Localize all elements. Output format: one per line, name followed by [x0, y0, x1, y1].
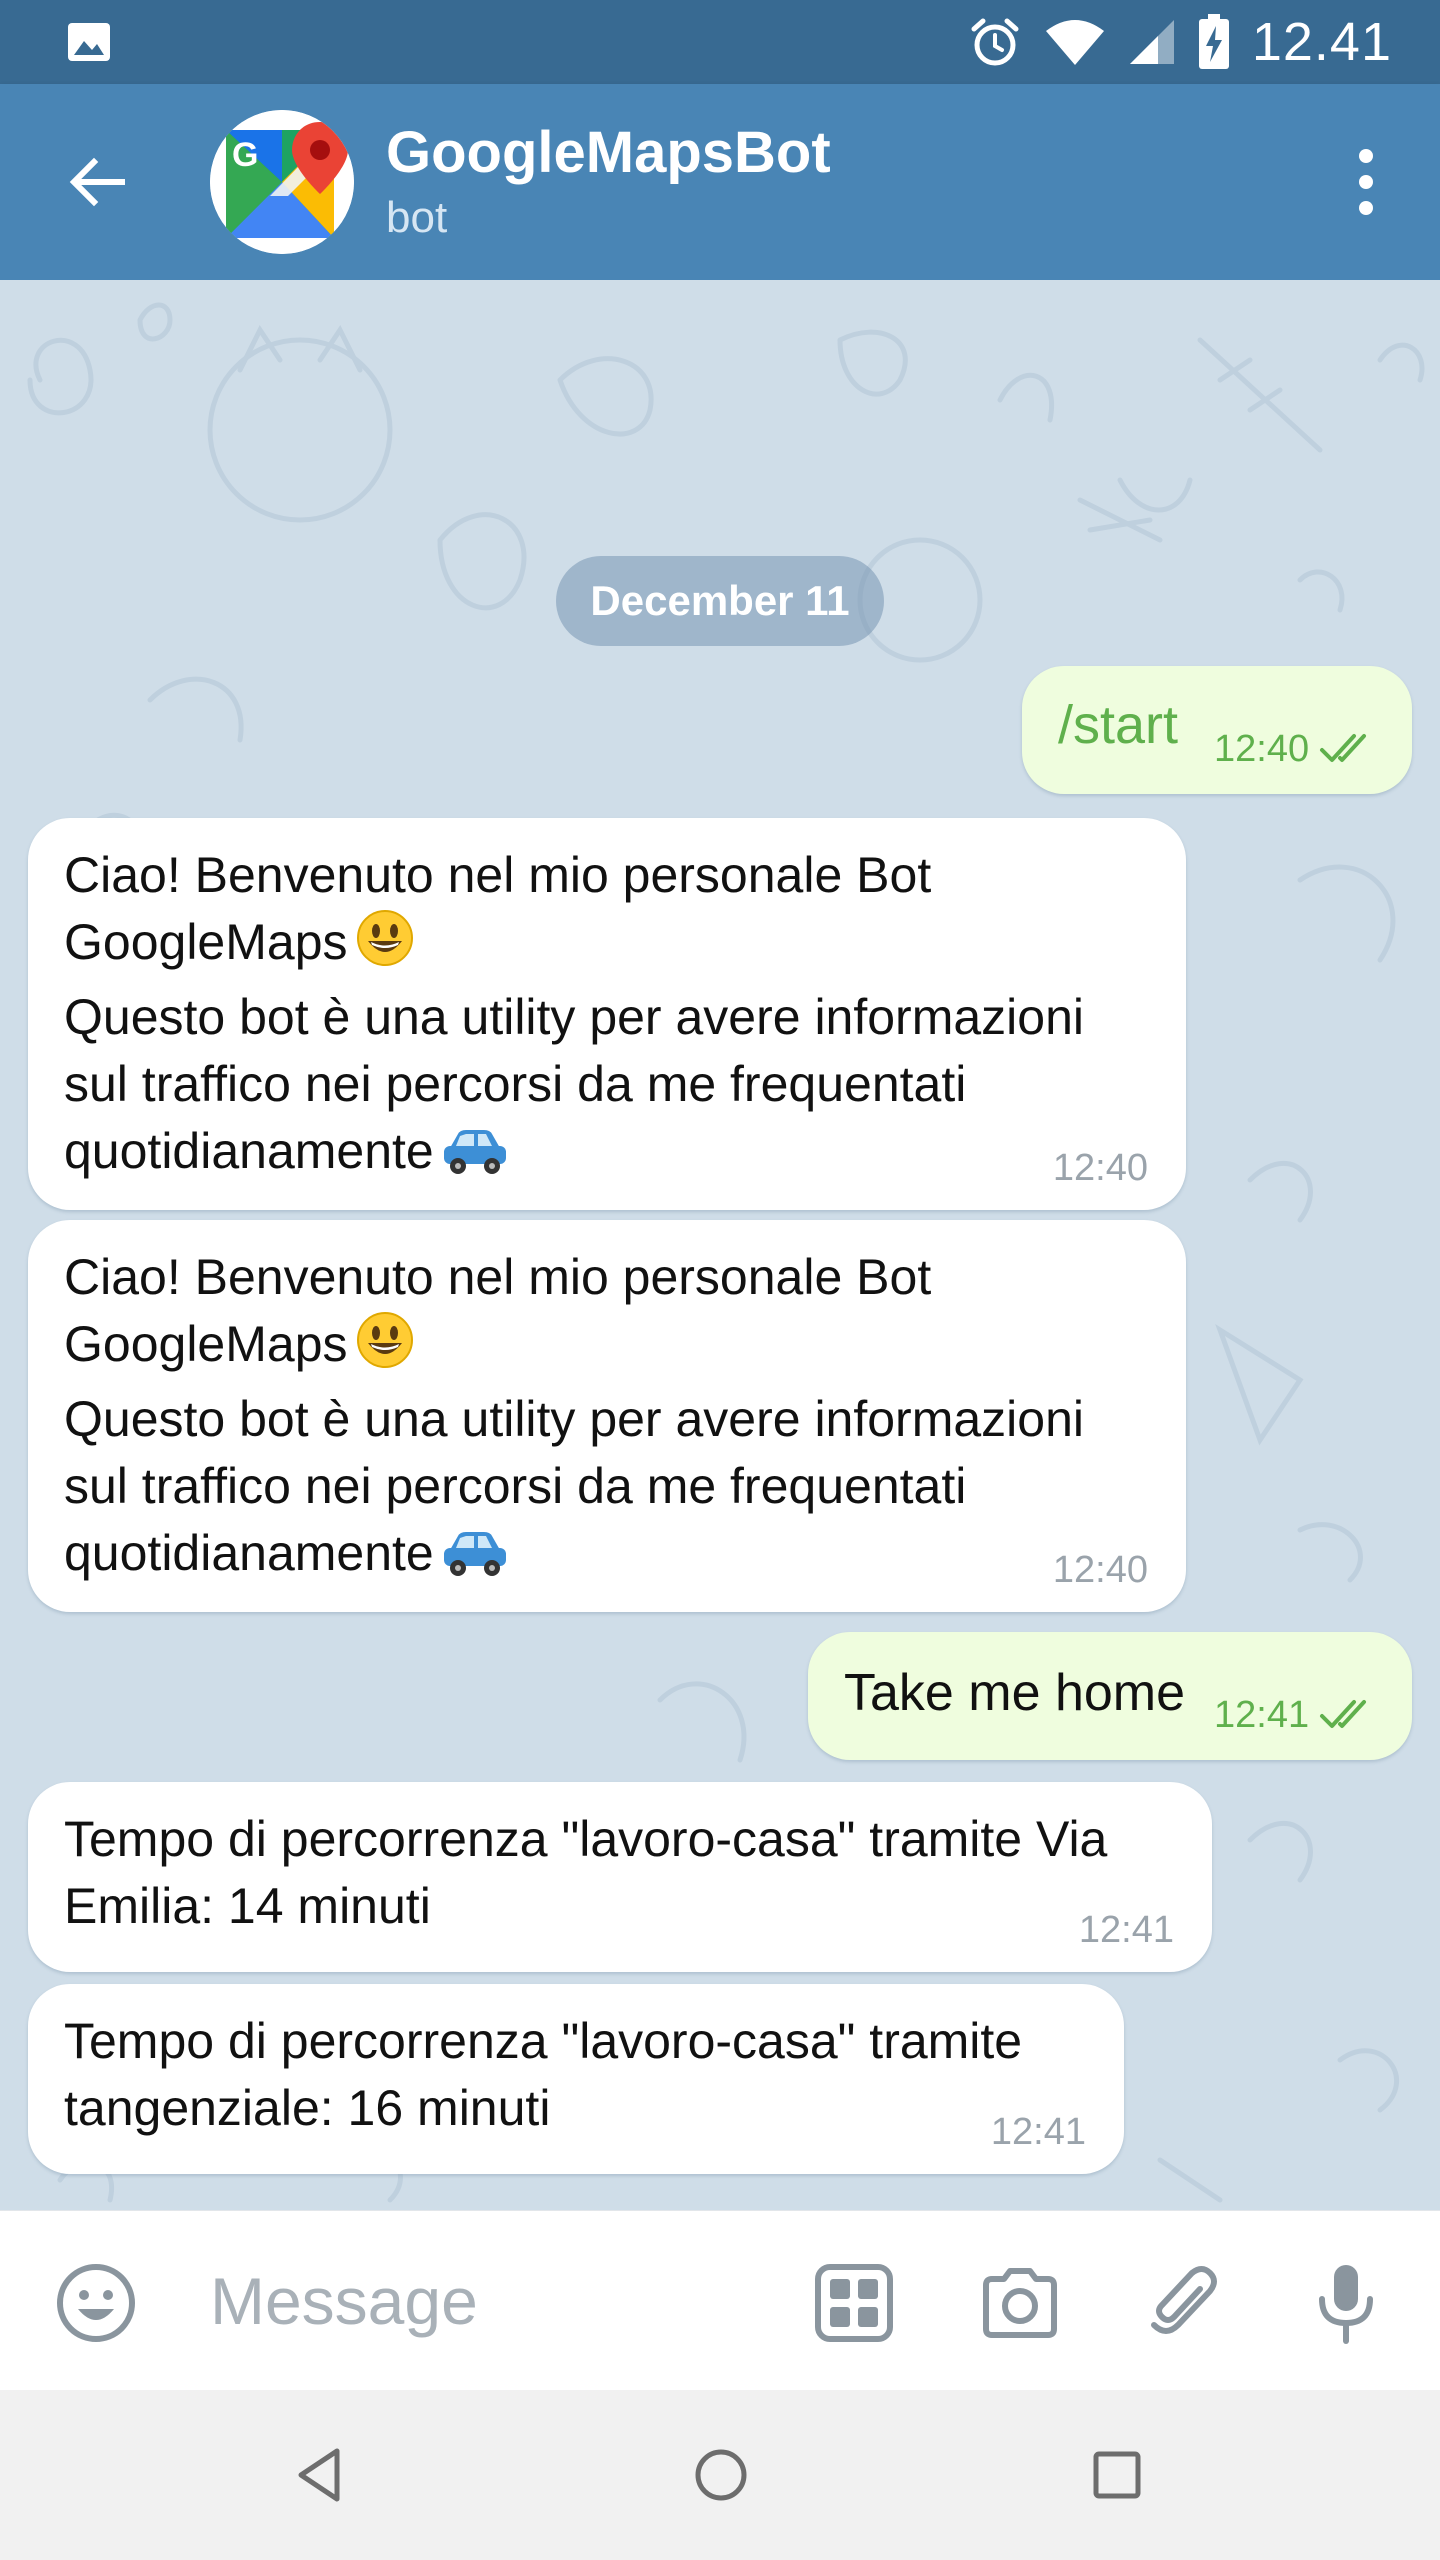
chat-header: G GoogleMapsBot bot [0, 84, 1440, 280]
status-time: 12.41 [1251, 12, 1392, 72]
chat-area[interactable]: December 11 /start 12:40 Ciao! Benvenuto… [0, 280, 1440, 2210]
battery-charging-icon [1198, 14, 1230, 70]
message-time: 12:40 [1052, 1549, 1148, 1591]
nav-home-button[interactable] [676, 2430, 766, 2520]
message-input[interactable] [210, 2251, 770, 2351]
message-line: GoogleMaps [64, 914, 348, 970]
chat-subtitle: bot [386, 193, 448, 242]
message-line: sul traffico nei percorsi da me frequent… [64, 1458, 967, 1514]
message-line: Tempo di percorrenza "lavoro-casa" trami… [64, 2013, 1023, 2069]
nav-home-icon [695, 2449, 747, 2501]
incoming-message[interactable]: Ciao! Benvenuto nel mio personale Bot Go… [28, 1220, 1186, 1612]
google-maps-logo-icon: G [210, 110, 354, 254]
message-line: Ciao! Benvenuto nel mio personale Bot [64, 1249, 932, 1305]
message-line: quotidianamente [64, 1123, 434, 1179]
smiley-emoji-icon [356, 909, 414, 984]
back-button[interactable] [48, 132, 148, 232]
message-time: 12:41 [1078, 1909, 1174, 1951]
message-line-with-emoji: quotidianamente [64, 1520, 1164, 1595]
message-text: Tempo di percorrenza "lavoro-casa" trami… [64, 1806, 1194, 1940]
arrow-left-icon [69, 157, 125, 207]
message-composer [0, 2210, 1440, 2390]
message-line: sul traffico nei percorsi da me frequent… [64, 1056, 967, 1112]
nav-back-icon [298, 2448, 340, 2502]
message-line: Ciao! Benvenuto nel mio personale Bot [64, 847, 932, 903]
voice-message-button[interactable] [1298, 2255, 1394, 2351]
status-bar: 12.41 [0, 0, 1440, 84]
message-line-with-emoji: quotidianamente [64, 1118, 1164, 1193]
message-time: 12:41 [1214, 1694, 1310, 1736]
message-text: Take me home [844, 1664, 1186, 1722]
date-separator: December 11 [556, 556, 884, 646]
status-left [66, 19, 112, 65]
signal-icon [1128, 18, 1176, 66]
nav-recents-icon [1093, 2451, 1141, 2499]
incoming-message[interactable]: Ciao! Benvenuto nel mio personale Bot Go… [28, 818, 1186, 1210]
outgoing-message[interactable]: /start 12:40 [1022, 666, 1412, 794]
message-time: 12:40 [1052, 1147, 1148, 1189]
mic-icon [1319, 2265, 1373, 2344]
message-line: quotidianamente [64, 1525, 434, 1581]
image-icon [66, 19, 112, 65]
emoji-button[interactable] [48, 2255, 144, 2351]
nav-recents-button[interactable] [1072, 2430, 1162, 2520]
message-line: Questo bot è una utility per avere infor… [64, 1391, 1084, 1447]
bot-keyboard-button[interactable] [806, 2255, 902, 2351]
incoming-message[interactable]: Tempo di percorrenza "lavoro-casa" trami… [28, 1984, 1124, 2174]
svg-text:G: G [232, 136, 258, 174]
attach-button[interactable] [1136, 2255, 1232, 2351]
car-emoji-icon [442, 1126, 508, 1193]
camera-button[interactable] [972, 2255, 1068, 2351]
message-line-with-emoji: GoogleMaps [64, 1311, 1164, 1386]
message-time: 12:41 [990, 2111, 1086, 2153]
incoming-message[interactable]: Tempo di percorrenza "lavoro-casa" trami… [28, 1782, 1212, 1972]
message-line-with-emoji: GoogleMaps [64, 909, 1164, 984]
smiley-emoji-icon [356, 1311, 414, 1386]
message-time: 12:40 [1214, 728, 1310, 770]
emoji-icon [57, 2264, 135, 2342]
avatar[interactable]: G [210, 110, 354, 254]
wifi-icon [1044, 17, 1106, 67]
chat-title: GoogleMapsBot [386, 120, 831, 185]
car-emoji-icon [442, 1528, 508, 1595]
message-text: Ciao! Benvenuto nel mio personale Bot Go… [64, 842, 1164, 1193]
outgoing-message[interactable]: Take me home 12:41 [808, 1632, 1412, 1760]
system-nav-bar [0, 2390, 1440, 2560]
message-line: Questo bot è una utility per avere infor… [64, 989, 1084, 1045]
double-check-icon [1320, 734, 1366, 762]
alarm-icon [968, 15, 1022, 69]
more-options-button[interactable] [1326, 134, 1406, 230]
double-check-icon [1320, 1700, 1366, 1728]
more-vertical-icon [1359, 149, 1373, 163]
more-vertical-icon-dot [1359, 201, 1373, 215]
message-text: Ciao! Benvenuto nel mio personale Bot Go… [64, 1244, 1164, 1595]
bot-keyboard-icon [815, 2264, 893, 2342]
more-vertical-icon-dot [1359, 175, 1373, 189]
camera-icon [983, 2268, 1057, 2338]
message-line: GoogleMaps [64, 1316, 348, 1372]
status-right: 12.41 [968, 11, 1392, 73]
header-text: GoogleMapsBot bot [386, 118, 831, 246]
nav-back-button[interactable] [276, 2430, 366, 2520]
message-line: Tempo di percorrenza "lavoro-casa" trami… [64, 1811, 1108, 1867]
message-line: Emilia: 14 minuti [64, 1878, 431, 1934]
attach-icon [1151, 2266, 1217, 2334]
message-text: /start [1058, 695, 1179, 755]
